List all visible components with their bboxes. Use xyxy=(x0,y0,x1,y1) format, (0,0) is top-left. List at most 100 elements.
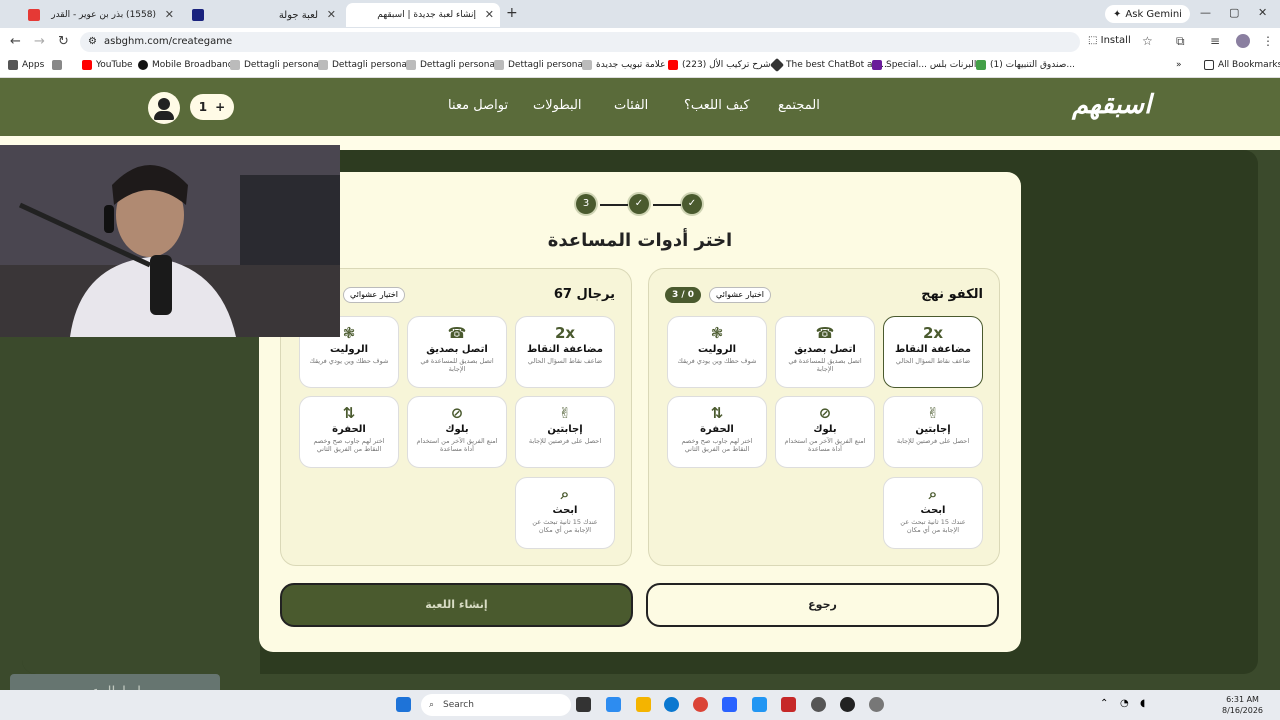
site-icon xyxy=(192,9,204,21)
tool-two-answers[interactable]: ✌ إجابتين احصل على فرصتين للإجابة xyxy=(515,396,615,468)
tool-title: مضاعفة النقاط xyxy=(895,344,971,355)
reload-icon[interactable]: ↻ xyxy=(58,34,69,49)
tab-label: لعبة جولة xyxy=(278,9,318,21)
tool-double-points[interactable]: 2x مضاعفة النقاط ضاعف نقاط السؤال الحالي xyxy=(883,316,983,388)
bookmark-item[interactable]: Dettagli personali xyxy=(406,60,500,70)
settings-icon[interactable] xyxy=(811,697,826,712)
site-logo[interactable]: اسبقهم xyxy=(1072,90,1151,120)
game-counter-button[interactable]: 1 + xyxy=(190,94,234,120)
step-connector xyxy=(600,204,628,206)
bookmark-item[interactable]: Apps xyxy=(8,60,44,70)
new-tab-button[interactable]: + xyxy=(506,5,518,21)
taskbar-search[interactable]: ⌕ Search xyxy=(421,694,571,716)
bookmark-item[interactable]: Special... البرنات بلس xyxy=(872,60,976,70)
menu-categories[interactable]: الفئات xyxy=(614,98,648,113)
chrome-icon[interactable] xyxy=(693,697,708,712)
tool-desc: احصل على فرصتين للإجابة xyxy=(896,437,970,445)
close-window-button[interactable]: ✕ xyxy=(1258,6,1267,19)
tool-call-friend[interactable]: ☎ اتصل بصديق اتصل بصديق للمساعدة في الإجاب… xyxy=(407,316,507,388)
app-icon[interactable] xyxy=(781,697,796,712)
tab-label: إنشاء لعبة جديدة | اسبقهم xyxy=(377,10,476,20)
bookmark-label: Dettagli personali xyxy=(420,60,500,70)
tool-pit[interactable]: ⇅ الحفرة اختر لهم جاوب صح وخصم النقاط من ا… xyxy=(667,396,767,468)
windows-start-icon[interactable] xyxy=(396,697,411,712)
star-icon[interactable]: ☆ xyxy=(1142,34,1153,48)
menu-tournaments[interactable]: البطولات xyxy=(533,98,582,113)
tool-desc: عندك 15 ثانية تبحث عن الإجابة من أي مكان xyxy=(900,518,966,534)
profile-avatar[interactable] xyxy=(1236,34,1250,48)
file-explorer-icon[interactable] xyxy=(636,697,651,712)
bookmark-label: All Bookmarks xyxy=(1218,60,1280,70)
app-icon[interactable] xyxy=(752,697,767,712)
bookmark-item[interactable]: YouTube xyxy=(82,60,133,70)
install-button[interactable]: ⬚ Install xyxy=(1088,35,1131,46)
edge-icon[interactable] xyxy=(664,697,679,712)
task-view-icon[interactable] xyxy=(576,697,591,712)
bookmark-item[interactable]: علامة تبويب جديدة xyxy=(582,60,666,70)
tab-label: (1558) بذر بن عوير - القدر xyxy=(51,10,156,20)
tool-title: ابحث xyxy=(920,505,946,516)
tool-search[interactable]: ⌕ ابحث عندك 15 ثانية تبحث عن الإجابة من أي… xyxy=(883,477,983,549)
tool-two-answers[interactable]: ✌ إجابتين احصل على فرصتين للإجابة xyxy=(883,396,983,468)
widgets-icon[interactable] xyxy=(606,697,621,712)
bookmarks-overflow[interactable]: » xyxy=(1176,60,1182,70)
bookmark-label: Apps xyxy=(22,60,45,70)
tool-double-points[interactable]: 2x مضاعفة النقاط ضاعف نقاط السؤال الحالي xyxy=(515,316,615,388)
system-clock[interactable]: 6:31 AM 8/16/2026 xyxy=(1222,694,1263,716)
bookmark-item[interactable]: Dettagli personali xyxy=(230,60,324,70)
close-icon[interactable]: ✕ xyxy=(485,8,494,21)
back-arrow-icon[interactable]: ← xyxy=(10,34,21,49)
bookmark-item[interactable]: (1) صندوق التنبيهات... xyxy=(976,60,1075,70)
back-button[interactable]: رجوع xyxy=(646,583,999,627)
menu-how-to-play[interactable]: كيف اللعب؟ xyxy=(684,98,750,113)
chevron-up-icon[interactable]: ⌃ xyxy=(1100,698,1108,709)
tool-roulette[interactable]: ❃ الروليت شوف حظك وين يودي فريقك xyxy=(667,316,767,388)
menu-contact[interactable]: تواصل معنا xyxy=(448,98,508,113)
tab-youtube[interactable]: (1558) بذر بن عوير - القدر ✕ xyxy=(20,3,180,27)
create-game-button[interactable]: إنشاء اللعبة xyxy=(280,583,633,627)
bookmark-item[interactable]: The best ChatBot an... xyxy=(769,57,887,73)
menu-icon[interactable]: ≡ xyxy=(1210,34,1220,48)
site-info-icon[interactable]: ⚙ xyxy=(88,32,97,52)
menu-community[interactable]: المجتمع xyxy=(778,98,820,113)
bookmark-label: Dettagli personali xyxy=(508,60,588,70)
bookmark-item[interactable]: Dettagli personali xyxy=(494,60,588,70)
tool-block[interactable]: ⊘ بلوك امنع الفريق الآخر من استخدام أداة م… xyxy=(775,396,875,468)
globe-icon xyxy=(138,60,148,70)
random-pick-button[interactable]: اختيار عشوائي xyxy=(709,287,771,303)
bookmark-item[interactable]: Mobile Broadband xyxy=(138,60,233,70)
youtube-icon xyxy=(82,60,92,70)
extensions-icon[interactable]: ⧉ xyxy=(1176,34,1185,49)
tab-round-game[interactable]: لعبة جولة ✕ xyxy=(184,3,342,27)
ask-gemini-button[interactable]: ✦ Ask Gemini xyxy=(1105,5,1190,23)
forward-arrow-icon[interactable]: → xyxy=(34,34,45,49)
youtube-icon xyxy=(668,60,678,70)
close-icon[interactable]: ✕ xyxy=(165,8,174,21)
bookmark-item[interactable]: (223) شرح تركيب الأل... xyxy=(668,60,779,70)
url-field[interactable]: ⚙ asbghm.com/creategame xyxy=(80,32,1080,52)
network-icon[interactable]: ◔ xyxy=(1120,698,1129,709)
bookmark-item[interactable] xyxy=(52,60,62,70)
all-bookmarks[interactable]: All Bookmarks xyxy=(1204,60,1280,70)
tool-block[interactable]: ⊘ بلوك امنع الفريق الآخر من استخدام أداة م… xyxy=(407,396,507,468)
random-pick-button[interactable]: اختيار عشوائي xyxy=(343,287,405,303)
tool-title: بلوك xyxy=(813,424,837,435)
tool-search[interactable]: ⌕ ابحث عندك 15 ثانية تبحث عن الإجابة من أي… xyxy=(515,477,615,549)
tab-create-game[interactable]: إنشاء لعبة جديدة | اسبقهم ✕ xyxy=(346,3,500,27)
gear-icon[interactable] xyxy=(869,697,884,712)
tool-title: مضاعفة النقاط xyxy=(527,344,603,355)
user-avatar[interactable] xyxy=(148,92,180,124)
bookmark-label: Dettagli personali xyxy=(332,60,412,70)
tool-call-friend[interactable]: ☎ اتصل بصديق اتصل بصديق للمساعدة في الإجاب… xyxy=(775,316,875,388)
search-icon: ⌕ xyxy=(560,485,570,503)
maximize-button[interactable]: ▢ xyxy=(1229,6,1239,19)
minimize-button[interactable]: — xyxy=(1200,6,1211,19)
tool-pit[interactable]: ⇅ الحفرة اختر لهم جاوب صح وخصم النقاط من ا… xyxy=(299,396,399,468)
more-icon[interactable]: ⋮ xyxy=(1262,34,1274,48)
tool-title: إجابتين xyxy=(915,424,951,435)
close-icon[interactable]: ✕ xyxy=(327,8,336,21)
obs-icon[interactable] xyxy=(840,697,855,712)
volume-icon[interactable]: ◖ xyxy=(1140,698,1145,709)
store-icon[interactable] xyxy=(722,697,737,712)
bookmark-item[interactable]: Dettagli personali xyxy=(318,60,412,70)
